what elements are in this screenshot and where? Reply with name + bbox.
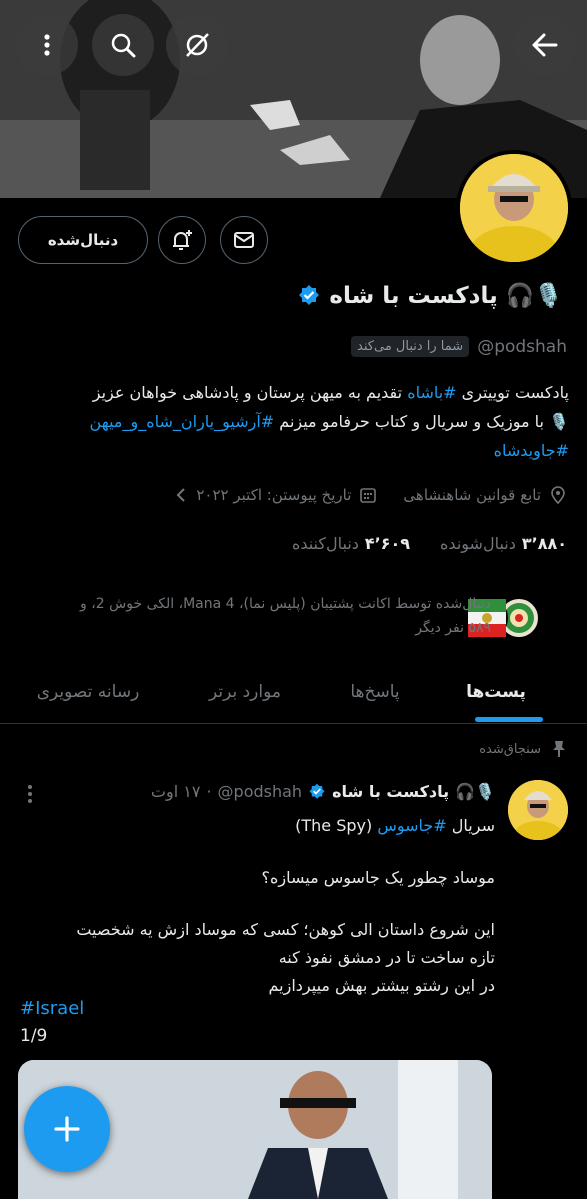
- tab-media[interactable]: رسانه تصویری: [18, 662, 158, 722]
- location-icon: [551, 486, 565, 504]
- profile-bio: پادکست توییتری #باشاه تقدیم به میهن پرست…: [17, 378, 569, 465]
- tab-label: پاسخ‌ها: [350, 682, 400, 702]
- author-emojis: 🎙️🎧: [455, 782, 495, 801]
- following-count[interactable]: ۳٬۸۸۰: [522, 534, 567, 553]
- name-emojis: 🎙️🎧: [505, 283, 563, 309]
- follow-counts: ۳٬۸۸۰ دنبال‌شونده ۴٬۶۰۹ دنبال‌کننده: [7, 534, 567, 553]
- hashtag-link[interactable]: #جاسوس: [377, 816, 446, 835]
- more-button[interactable]: [16, 14, 78, 76]
- tab-label: موارد برتر: [208, 682, 282, 702]
- calendar-icon: [360, 488, 377, 503]
- chevron-left-icon[interactable]: [174, 487, 188, 503]
- handle-row: @podshah شما را دنبال می‌کند: [27, 336, 567, 357]
- bio-text: پادکست توییتری: [456, 383, 569, 402]
- followers-count[interactable]: ۴٬۶۰۹: [365, 534, 410, 553]
- post-text: این شروع داستان الی کوهن؛ کسی که موساد ا…: [76, 920, 495, 939]
- search-button[interactable]: [92, 14, 154, 76]
- tab-replies[interactable]: پاسخ‌ها: [325, 662, 425, 722]
- following-button-label: دنبال‌شده: [47, 231, 119, 249]
- verified-badge-icon: [299, 284, 320, 305]
- more-vertical-icon: [28, 785, 32, 803]
- search-icon: [111, 33, 136, 58]
- notifications-button[interactable]: [158, 216, 206, 264]
- joined-date: تاریخ پیوستن: اکتبر ۲۰۲۲: [196, 486, 352, 504]
- post-time: ۱۷ اوت: [150, 782, 201, 801]
- verified-badge-icon: [309, 783, 325, 799]
- post-text: سریال: [446, 816, 495, 835]
- followed-by-text[interactable]: دنبال‌شده توسط اکانت پشتیبان (پلیس نما)،…: [11, 592, 491, 640]
- hashtag-link[interactable]: #باشاه: [407, 383, 456, 402]
- post-handle: @podshah: [217, 782, 303, 801]
- hashtag-link[interactable]: #جاویدشاه: [494, 441, 569, 460]
- post-text: (The Spy): [295, 816, 378, 835]
- follows-you-badge: شما را دنبال می‌کند: [351, 336, 470, 357]
- tab-label: رسانه تصویری: [36, 682, 140, 702]
- tab-posts[interactable]: پست‌ها: [455, 662, 537, 722]
- followed-by-line: دنبال‌شده توسط اکانت پشتیبان (پلیس نما)،…: [80, 596, 491, 612]
- message-button[interactable]: [220, 216, 268, 264]
- post-more-button[interactable]: [20, 782, 40, 806]
- back-button[interactable]: [514, 14, 576, 76]
- avatar-image: [508, 780, 568, 840]
- pinned-label: سنجاق‌شده: [479, 741, 541, 757]
- more-vertical-icon: [44, 34, 50, 56]
- bio-text: تقدیم به میهن پرستان و پادشاهی خواهان عز…: [92, 383, 408, 402]
- arrow-right-icon: [532, 33, 558, 57]
- bio-text: 🎙️ با موزیک و سریال و کتاب حرفامو میزنم: [274, 412, 569, 431]
- post-author-name[interactable]: پادکست با شاه: [332, 782, 449, 801]
- plus-icon: [54, 1116, 80, 1142]
- post-text: در این رشتو بیشتر بهش میپردازیم: [268, 976, 495, 995]
- post-text: موساد چطور یک جاسوس میسازه؟: [261, 868, 495, 887]
- profile-handle: @podshah: [477, 336, 567, 357]
- thread-counter: 1/9: [20, 1026, 48, 1046]
- tab-label: پست‌ها: [466, 682, 526, 702]
- avatar-image: [460, 154, 568, 262]
- pin-icon: [553, 741, 565, 757]
- profile-name-row: 🎙️🎧 پادکست با شاه: [23, 282, 563, 309]
- post-header: 🎙️🎧 پادکست با شاه @podshah · ۱۷ اوت: [150, 782, 495, 801]
- following-label[interactable]: دنبال‌شونده: [440, 534, 516, 553]
- profile-name: پادکست با شاه: [329, 282, 498, 309]
- profile-avatar[interactable]: [456, 150, 572, 266]
- post-author-avatar[interactable]: [508, 780, 568, 840]
- followed-by-line: ۵۸۹ نفر دیگر: [415, 620, 491, 636]
- following-button[interactable]: دنبال‌شده: [18, 216, 148, 264]
- hashtag-link[interactable]: #Israel: [20, 998, 84, 1019]
- location-text: تابع قوانین شاهنشاهی: [403, 486, 541, 504]
- eye-slash-icon: [186, 33, 209, 57]
- profile-meta: تابع قوانین شاهنشاهی تاریخ پیوستن: اکتبر…: [7, 486, 567, 504]
- mail-icon: [234, 232, 254, 248]
- post-body: سریال #جاسوس (The Spy) موساد چطور یک جاس…: [15, 812, 495, 1000]
- post-text: تازه ساخت تا در دمشق نفوذ کنه: [278, 948, 495, 967]
- followers-label[interactable]: دنبال‌کننده: [292, 534, 359, 553]
- active-tab-indicator: [475, 717, 543, 722]
- tabs-divider: [0, 723, 587, 724]
- bell-plus-icon: [173, 230, 192, 250]
- compose-button[interactable]: [24, 1086, 110, 1172]
- hashtag-link[interactable]: #آرشیو_یاران_شاه_و_میهن: [90, 412, 275, 431]
- tab-highlights[interactable]: موارد برتر: [190, 662, 300, 722]
- pinned-indicator: سنجاق‌شده: [267, 740, 567, 758]
- hide-button[interactable]: [166, 14, 228, 76]
